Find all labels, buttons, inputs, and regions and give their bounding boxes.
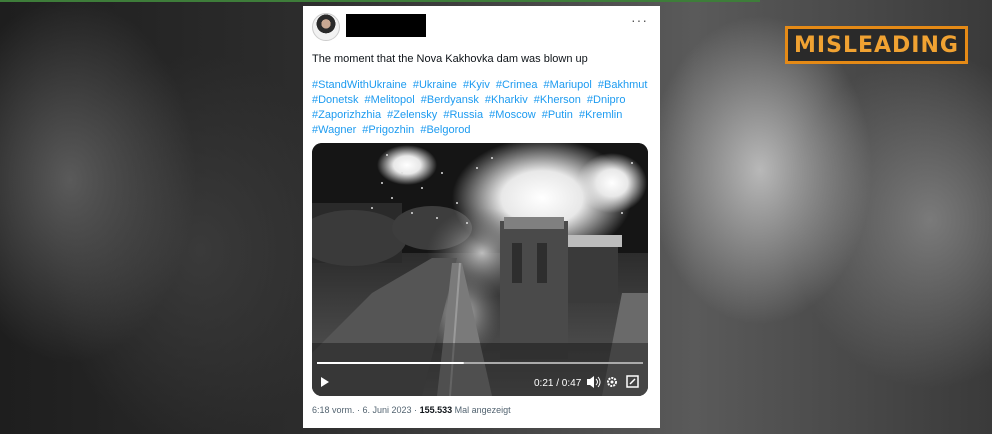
redacted-username	[346, 14, 426, 37]
top-accent-line	[0, 0, 760, 2]
hashtag-link[interactable]: #Moscow	[489, 109, 535, 121]
hashtag-link[interactable]: #Kherson	[534, 94, 581, 106]
ellipsis-icon[interactable]: ···	[631, 12, 648, 28]
play-icon[interactable]	[321, 377, 329, 387]
fullscreen-icon[interactable]	[626, 375, 639, 388]
hashtag-link[interactable]: #Donetsk	[312, 94, 358, 106]
misleading-badge: MISLEADING	[785, 26, 968, 64]
hashtag-link[interactable]: #Putin	[542, 109, 573, 121]
progress-fill	[317, 362, 464, 364]
video-controls: 0:21 / 0:47	[317, 362, 643, 389]
hashtag-link[interactable]: #Dnipro	[587, 94, 626, 106]
hashtag-link[interactable]: #Berdyansk	[421, 94, 479, 106]
hashtag-link[interactable]: #Kharkiv	[485, 94, 528, 106]
avatar[interactable]	[312, 13, 340, 41]
timestamp[interactable]: 6:18 vorm. · 6. Juni 2023 ·	[312, 405, 420, 415]
hashtag-link[interactable]: #Melitopol	[365, 94, 415, 106]
hashtag-link[interactable]: #Prigozhin	[362, 124, 414, 136]
settings-gear-icon[interactable]	[607, 377, 617, 387]
hashtag-link[interactable]: #Wagner	[312, 124, 356, 136]
hashtag-link[interactable]: #Zelensky	[387, 109, 437, 121]
volume-icon[interactable]	[587, 376, 601, 388]
hashtag-link[interactable]: #Belgorod	[420, 124, 470, 136]
hashtag-link[interactable]: #Kyiv	[463, 79, 490, 91]
tweet-card: ··· The moment that the Nova Kakhovka da…	[303, 6, 660, 428]
tweet-text: The moment that the Nova Kakhovka dam wa…	[312, 53, 588, 65]
hashtag-list: #StandWithUkraine #Ukraine #Kyiv #Crimea…	[312, 78, 652, 138]
hashtag-link[interactable]: #Crimea	[496, 79, 538, 91]
hashtag-link[interactable]: #StandWithUkraine	[312, 79, 407, 91]
hashtag-link[interactable]: #Kremlin	[579, 109, 622, 121]
hashtag-link[interactable]: #Bakhmut	[598, 79, 648, 91]
hashtag-link[interactable]: #Zaporizhzhia	[312, 109, 381, 121]
video-player[interactable]: 0:21 / 0:47	[312, 143, 648, 396]
view-count: 155.533	[419, 405, 453, 415]
tweet-footer: 6:18 vorm. · 6. Juni 2023 · 155.533 Mal …	[312, 405, 511, 415]
hashtag-link[interactable]: #Ukraine	[413, 79, 457, 91]
video-time: 0:21 / 0:47	[534, 378, 582, 389]
hashtag-link[interactable]: #Russia	[443, 109, 483, 121]
hashtag-link[interactable]: #Mariupol	[544, 79, 592, 91]
views-label: Mal angezeigt	[452, 405, 511, 415]
